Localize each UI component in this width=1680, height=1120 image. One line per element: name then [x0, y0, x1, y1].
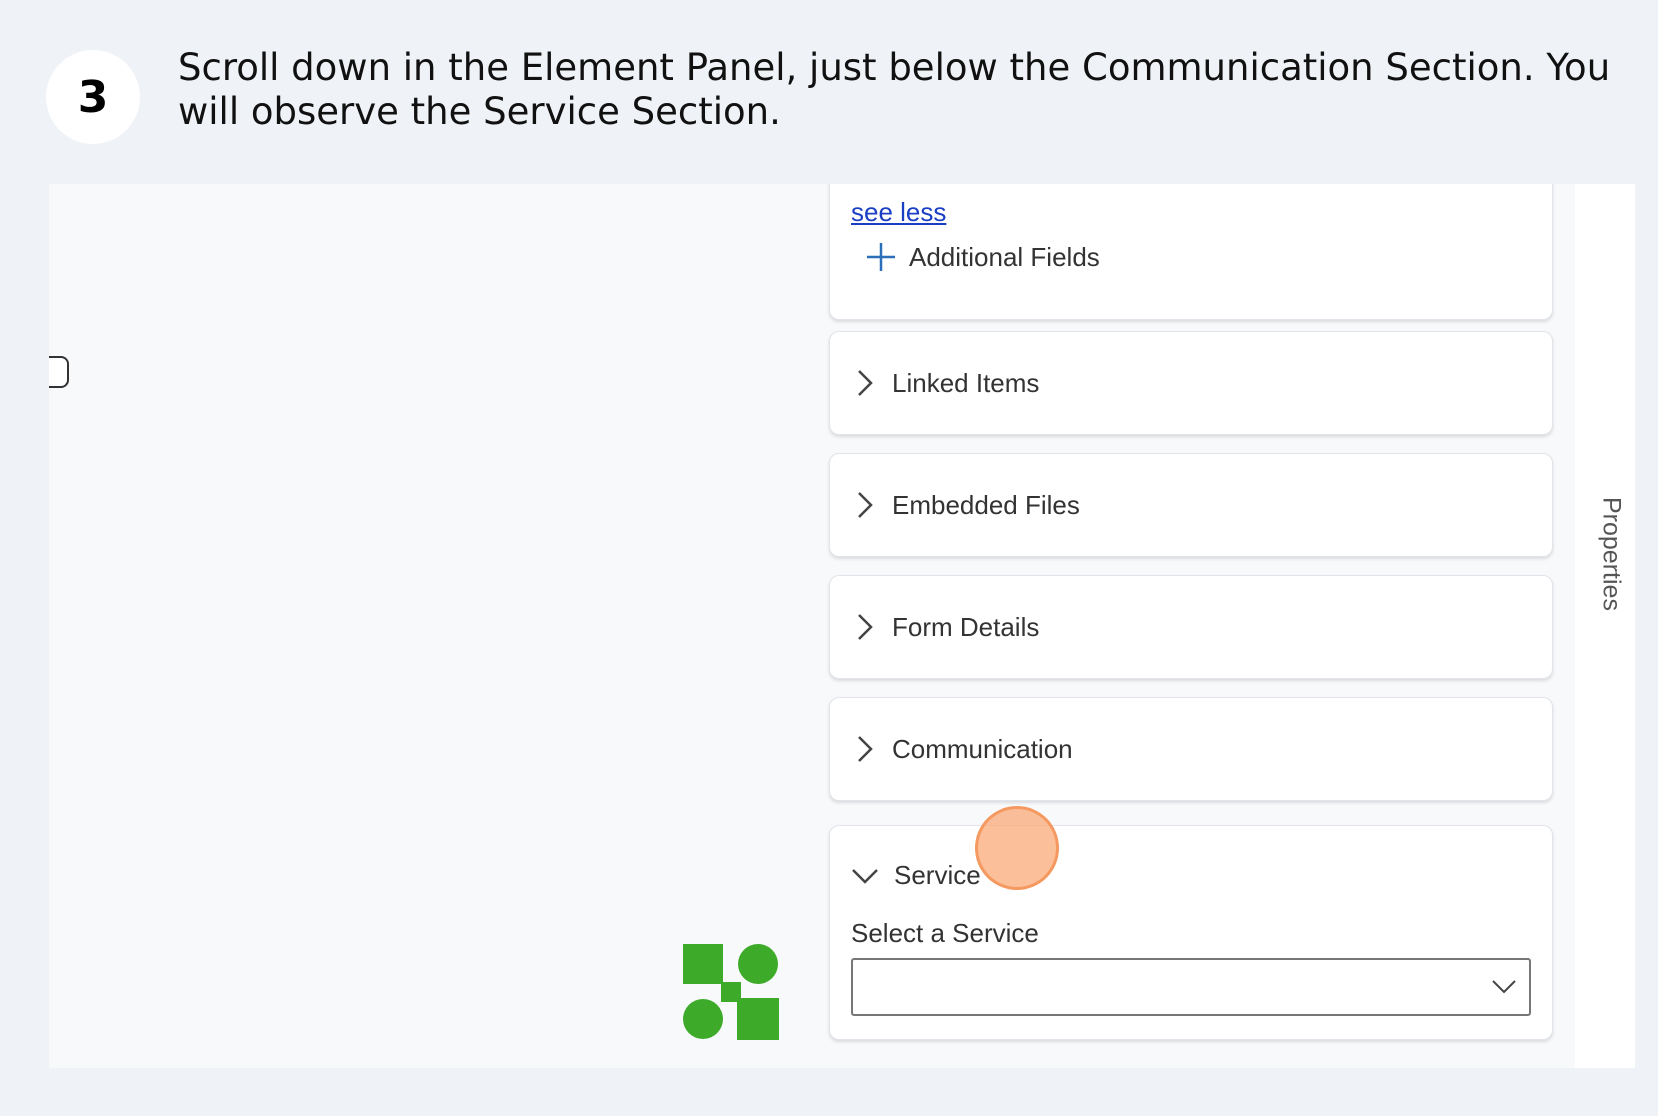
additional-fields-label: Additional Fields [909, 241, 1100, 272]
plus-icon [867, 243, 895, 271]
screenshot-area: › see less Additional Fields Linked Item… [49, 184, 1635, 1068]
service-select[interactable] [851, 958, 1531, 1016]
step-instruction: Scroll down in the Element Panel, just b… [178, 46, 1611, 133]
chevron-down-icon [852, 868, 878, 884]
section-linked-items[interactable]: Linked Items [829, 331, 1553, 435]
chevron-down-icon [1492, 980, 1516, 994]
app-logo-icon [683, 944, 779, 1040]
step-card: 3 Scroll down in the Element Panel, just… [0, 0, 1658, 1116]
service-header[interactable]: Service [850, 860, 981, 891]
section-communication[interactable]: Communication [829, 697, 1553, 801]
chevron-right-icon [858, 736, 873, 762]
select-service-label: Select a Service [851, 918, 1039, 948]
collapse-handle[interactable]: › [49, 356, 69, 388]
section-embedded-files[interactable]: Embedded Files [829, 453, 1553, 557]
additional-fields-panel: see less Additional Fields [829, 184, 1553, 320]
section-form-details[interactable]: Form Details [829, 575, 1553, 679]
section-label: Linked Items [892, 367, 1040, 398]
see-less-link[interactable]: see less [851, 197, 946, 228]
chevron-right-icon [858, 614, 873, 640]
section-label: Embedded Files [892, 489, 1080, 520]
section-label: Form Details [892, 611, 1040, 642]
properties-tab[interactable]: Properties [1591, 484, 1631, 624]
chevron-right-icon [858, 492, 873, 518]
step-number-badge: 3 [46, 50, 140, 144]
service-label: Service [894, 860, 981, 890]
section-service: Service Select a Service [829, 825, 1553, 1040]
click-indicator [975, 806, 1059, 890]
properties-sidebar: Properties [1575, 184, 1635, 1068]
additional-fields-button[interactable]: Additional Fields [865, 241, 1100, 273]
chevron-right-icon [858, 370, 873, 396]
section-label: Communication [892, 733, 1073, 764]
